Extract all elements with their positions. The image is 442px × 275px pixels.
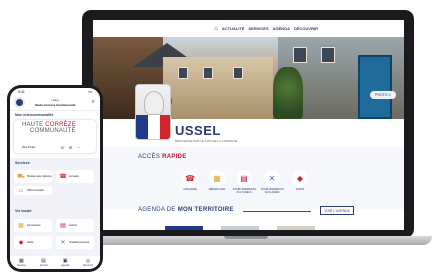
tile-offres-emploi[interactable]: ▭ Offres d'emploi xyxy=(14,186,52,195)
tile-label: Horaires des collectes xyxy=(27,175,52,178)
tile-culture[interactable]: ▤ Culture xyxy=(56,219,94,232)
hero-window xyxy=(293,47,307,63)
laptop-screen: ⌂ ACTUALITÉ SERVICES AGENDA DÉCOUVRIR PH… xyxy=(93,20,404,230)
nav-item-decouvrir[interactable]: DÉCOUVRIR xyxy=(294,26,318,31)
quick-link-annuaire[interactable]: ☎ ANNUAIRE xyxy=(179,170,201,191)
intercom-more-info[interactable]: Plus d'infos xyxy=(22,146,35,149)
pencil-ruler-icon: ✕ xyxy=(60,240,66,246)
briefcase-icon: ▭ xyxy=(18,187,24,194)
folder-icon: ▦ xyxy=(209,170,225,186)
tile-annuaire[interactable]: ☎ Annuaire xyxy=(56,170,94,183)
flag-red xyxy=(160,115,170,139)
agenda-title-prefix: AGENDA DE xyxy=(138,207,178,213)
tile-label: Annuaire xyxy=(69,175,80,178)
photo-credit-button[interactable]: PHOTO C xyxy=(370,91,396,99)
tile-label: Offres d'emploi xyxy=(27,189,44,192)
quick-link-label: ANNUAIRE xyxy=(183,188,197,191)
haute-correze-logo: HAUTE CORRÈZE COMMUNAUTÉ xyxy=(22,122,90,134)
agenda-title-highlight: MON TERRITOIRE xyxy=(177,207,234,213)
tab-journal[interactable]: ▤ Journal xyxy=(39,258,48,267)
flag-blue xyxy=(136,115,148,139)
more-icon[interactable]: ⋯ xyxy=(76,145,80,150)
books-icon: ▤ xyxy=(60,223,66,229)
tab-label: Services xyxy=(16,263,26,267)
header-intercom-name: Haute-Corrèze Communauté xyxy=(34,103,76,107)
tile-scolarite[interactable]: ✕ Scolarité jeunesse xyxy=(56,236,94,249)
quick-link-demarches[interactable]: ▦ DÉMARCHES xyxy=(206,170,228,191)
phone-tab-bar: ▦ Services ▤ Journal ▣ Agenda ◎ Découvri… xyxy=(10,256,100,269)
tile-label: Santé xyxy=(27,241,34,244)
tab-services[interactable]: ▦ Services xyxy=(16,258,26,267)
search-icon[interactable]: ⌕ xyxy=(92,99,95,106)
flag-white xyxy=(148,115,160,139)
agenda-card-image[interactable] xyxy=(165,226,203,230)
agenda-divider xyxy=(243,211,311,212)
hero-window xyxy=(203,67,213,79)
hero-window xyxy=(321,47,335,63)
shield-heart-icon: ◆ xyxy=(18,240,24,246)
acces-title-highlight: RAPIDE xyxy=(162,154,187,160)
tab-label: Agenda xyxy=(61,263,70,267)
quick-link-sante[interactable]: ◆ SANTÉ xyxy=(289,170,311,191)
quick-link-culture[interactable]: ▤ ÉTABLISSEMENTS CULTURELS xyxy=(233,170,257,194)
nav-item-services[interactable]: SERVICES xyxy=(248,26,268,31)
commune-crest-image xyxy=(135,84,171,140)
voir-agenda-button[interactable]: VOIR L'AGENDA xyxy=(320,206,354,215)
mockup-stage: ⌂ ACTUALITÉ SERVICES AGENDA DÉCOUVRIR PH… xyxy=(0,0,442,275)
tab-agenda[interactable]: ▣ Agenda xyxy=(61,258,70,267)
truck-icon: ⛟ xyxy=(17,173,25,180)
agenda-title: AGENDA DE MON TERRITOIRE xyxy=(138,207,234,213)
tab-label: Journal xyxy=(39,263,48,267)
quick-link-label: DÉMARCHES xyxy=(208,188,226,191)
hero-window xyxy=(178,67,188,79)
logo-text-communaute: COMMUNAUTÉ xyxy=(30,128,76,134)
tab-decouvrir[interactable]: ◎ Découvrir xyxy=(82,258,94,267)
hero-blue-door xyxy=(358,55,392,119)
phone-icon: ☎ xyxy=(182,170,198,186)
nav-item-actualite[interactable]: ACTUALITÉ xyxy=(222,26,245,31)
site-title: USSEL xyxy=(175,123,221,138)
quick-link-scolaires[interactable]: ✕ ÉTABLISSEMENTS SCOLAIRES xyxy=(261,170,285,194)
quick-link-label: ÉTABLISSEMENTS SCOLAIRES xyxy=(261,188,285,194)
header-commune-name: Ussel xyxy=(51,98,59,102)
site-nav: ⌂ ACTUALITÉ SERVICES AGENDA DÉCOUVRIR xyxy=(93,20,404,37)
tile-commerces[interactable]: ▦ Commerces xyxy=(14,219,52,232)
phone-icon[interactable]: ☏ xyxy=(60,145,65,150)
laptop-notch xyxy=(224,236,268,239)
tile-horaires-collectes[interactable]: ⛟ Horaires des collectes xyxy=(14,170,52,183)
agenda-card-image[interactable] xyxy=(221,226,259,230)
acces-title-prefix: ACCÈS xyxy=(138,154,163,160)
shield-heart-icon: ◆ xyxy=(292,170,308,186)
agenda-card-image[interactable] xyxy=(277,226,315,230)
mail-icon[interactable]: ✉ xyxy=(69,145,72,150)
nav-item-agenda[interactable]: AGENDA xyxy=(273,26,290,31)
books-icon: ▤ xyxy=(236,170,252,186)
tile-sante[interactable]: ◆ Santé xyxy=(14,236,52,249)
tile-label: Culture xyxy=(69,224,78,227)
intercom-card[interactable]: HAUTE CORRÈZE COMMUNAUTÉ Plus d'infos ☏ … xyxy=(14,120,96,153)
section-title-vie-locale: Vie locale xyxy=(15,209,32,213)
acces-rapide-title: ACCÈS RAPIDE xyxy=(138,154,187,160)
shop-icon: ▦ xyxy=(18,223,24,229)
phone-icon: ☎ xyxy=(59,174,67,180)
quick-link-label: SANTÉ xyxy=(295,188,305,191)
marianne-bust xyxy=(144,91,164,115)
home-icon[interactable]: ⌂ xyxy=(214,26,218,32)
phone-app-header: Ussel Haute-Corrèze Communauté ⌕ xyxy=(10,95,100,111)
section-title-intercom: Mon intercommunalité xyxy=(15,113,54,117)
tab-label: Découvrir xyxy=(82,263,94,267)
pencil-ruler-icon: ✕ xyxy=(264,170,280,186)
hero-greenery xyxy=(273,67,303,119)
tile-label: Commerces xyxy=(27,224,41,227)
phone-screen: 9:41 ▪▪▪ Ussel Haute-Corrèze Communauté … xyxy=(10,88,100,269)
hero-window xyxy=(233,67,243,79)
site-subtitle: BIENVENUE SUR LE SITE DE LA COMMUNE xyxy=(175,139,238,143)
quick-link-label: ÉTABLISSEMENTS CULTURELS xyxy=(233,188,257,194)
section-title-services: Services xyxy=(15,161,30,165)
intercom-contact-icons: ☏ ✉ ⋯ xyxy=(60,145,80,150)
tile-label: Scolarité jeunesse xyxy=(69,241,90,244)
